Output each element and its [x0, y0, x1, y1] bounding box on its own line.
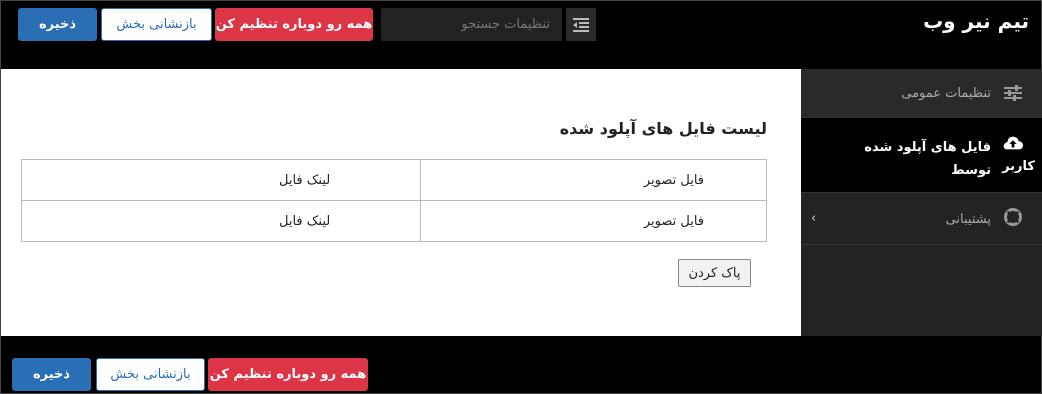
sidebar-item-general-settings[interactable]: تنظیمات عمومی [801, 69, 1042, 118]
table-row: لینک فایل فایل تصویر [20, 159, 767, 201]
chevron-right-icon: › [811, 211, 817, 226]
sidebar-item-label: فایل های آپلود شده توسط [864, 140, 991, 178]
reset-section-button[interactable]: بازنشانی بخش [96, 358, 205, 391]
top-toolbar: تیم نیر وب همه رو دوباره تنظیم کن بازنشا… [1, 1, 1042, 69]
sidebar-item-label: تنظیمات عمومی [901, 86, 991, 101]
file-link-cell[interactable]: لینک فایل [20, 200, 422, 242]
image-file-cell: فایل تصویر [420, 159, 767, 201]
lifebuoy-icon [1003, 207, 1023, 227]
search-input[interactable] [381, 8, 562, 41]
brand-title: تیم نیر وب [923, 9, 1029, 33]
page-title: لیست فایل های آپلود شده [559, 119, 767, 138]
sidebar-item-support[interactable]: پشتیبانی › [801, 193, 1042, 245]
sidebar-item-label: پشتیبانی [945, 212, 991, 227]
sidebar-item-label-continued: کاربر [1002, 159, 1035, 174]
main-content-panel: لیست فایل های آپلود شده لینک فایل فایل ت… [1, 69, 801, 336]
clear-button[interactable]: پاک کردن [678, 259, 751, 287]
save-button[interactable]: ذخیره [12, 358, 91, 391]
indent-icon [573, 17, 589, 32]
settings-sidebar: تنظیمات عمومی فایل های آپلود شده توسط کا… [795, 69, 1042, 336]
reset-section-button[interactable]: بازنشانی بخش [101, 8, 212, 41]
file-link-cell[interactable]: لینک فایل [20, 159, 422, 201]
image-file-cell: فایل تصویر [420, 200, 767, 242]
sidebar-toggle-button[interactable] [566, 8, 596, 41]
save-button[interactable]: ذخیره [18, 8, 97, 41]
sliders-icon [1003, 83, 1023, 103]
table-row: لینک فایل فایل تصویر [20, 200, 767, 242]
sidebar-item-uploaded-files[interactable]: فایل های آپلود شده توسط کاربر [795, 118, 1042, 193]
reset-all-button[interactable]: همه رو دوباره تنظیم کن [208, 358, 368, 391]
reset-all-button[interactable]: همه رو دوباره تنظیم کن [215, 8, 373, 41]
uploaded-files-table: لینک فایل فایل تصویر لینک فایل فایل تصوی… [20, 159, 767, 242]
cloud-upload-icon [1003, 133, 1023, 153]
